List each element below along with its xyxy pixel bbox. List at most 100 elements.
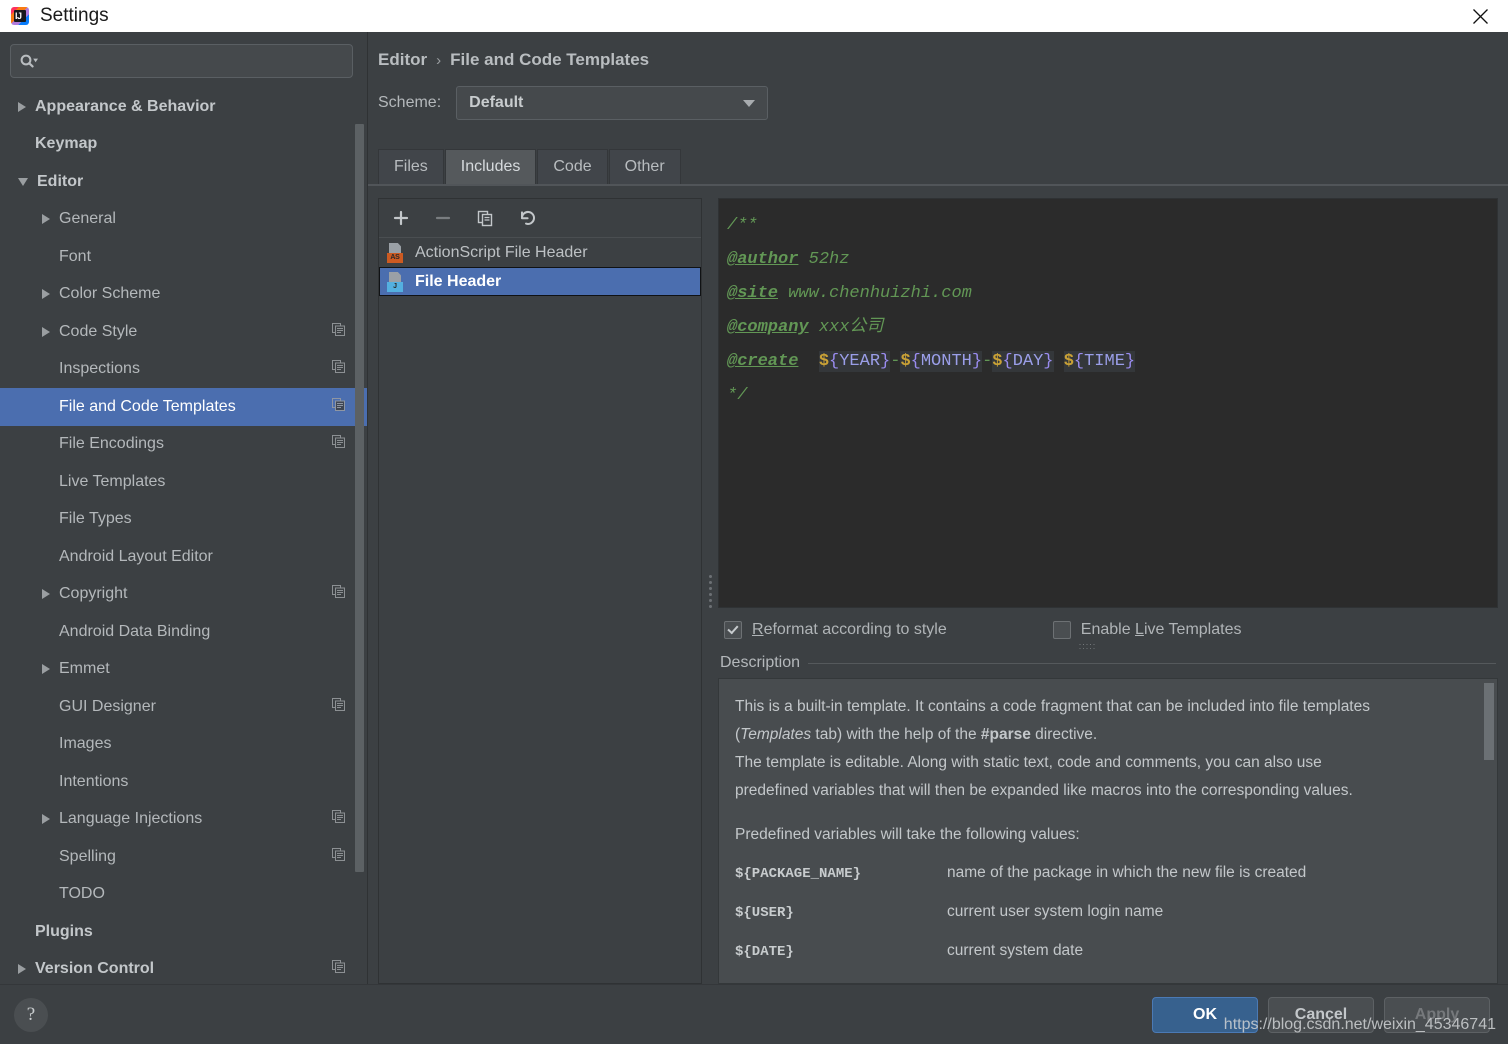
sidebar-item-images[interactable]: Images (0, 726, 367, 764)
sidebar-item-android-layout-editor[interactable]: Android Layout Editor (0, 538, 367, 576)
sidebar-item-editor[interactable]: Editor (0, 163, 367, 201)
live-templates-checkbox[interactable]: Enable Live Templates ::::: (1052, 621, 1241, 651)
panels: AS ActionScript File Header J File Header /… (368, 186, 1508, 984)
chevron-right-icon[interactable] (42, 664, 50, 675)
reset-template-button[interactable] (515, 206, 539, 230)
sidebar-item-label: Appearance & Behavior (35, 97, 216, 115)
description-pane[interactable]: This is a built-in template. It contains… (718, 678, 1498, 984)
code-tag: @site (727, 284, 779, 303)
chevron-down-icon[interactable] (18, 177, 28, 186)
scheme-dropdown[interactable]: Default (456, 86, 769, 120)
sidebar-item-intentions[interactable]: Intentions (0, 763, 367, 801)
sidebar-item-general[interactable]: General (0, 201, 367, 239)
search-input[interactable] (43, 52, 344, 70)
sidebar-item-spelling[interactable]: Spelling (0, 838, 367, 876)
reformat-checkbox[interactable]: Reformat according to style (724, 621, 947, 639)
help-button[interactable]: ? (14, 997, 48, 1032)
sidebar-item-emmet[interactable]: Emmet (0, 651, 367, 689)
title-bar: IJ Settings (0, 0, 1508, 32)
scheme-row: Scheme: Default (368, 70, 1508, 120)
chevron-right-icon[interactable] (18, 964, 26, 975)
list-item[interactable]: AS ActionScript File Header (379, 238, 701, 267)
resize-grip-icon[interactable]: ::::: (1079, 641, 1097, 651)
sidebar-item-file-encodings[interactable]: File Encodings (0, 426, 367, 464)
remove-template-button[interactable] (431, 206, 455, 230)
chevron-right-icon[interactable] (42, 814, 50, 825)
variable-description: current user system login name (947, 903, 1164, 920)
breadcrumb: Editor › File and Code Templates (368, 32, 1508, 70)
sidebar-item-font[interactable]: Font (0, 238, 367, 276)
sidebar-scrollbar-thumb[interactable] (355, 124, 364, 872)
settings-sidebar: Appearance & Behavior Keymap Editor General… (0, 32, 368, 984)
reformat-checkbox-label: Reformat according to style (752, 621, 947, 639)
sidebar-item-gui-designer[interactable]: GUI Designer (0, 688, 367, 726)
sidebar-item-android-data-binding[interactable]: Android Data Binding (0, 613, 367, 651)
sidebar-item-label: Live Templates (59, 472, 166, 490)
sidebar-item-label: Emmet (59, 660, 110, 678)
editor-column: /** @author 52hz @site www.chenhuizhi.co… (718, 198, 1498, 984)
sidebar-item-label: Android Data Binding (59, 622, 211, 640)
copy-settings-icon (332, 585, 345, 603)
list-item[interactable]: J File Header (379, 267, 701, 296)
code-line: @author 52hz (727, 243, 1497, 277)
chevron-right-icon[interactable] (42, 589, 50, 600)
code-text: www.chenhuizhi.com (778, 284, 972, 303)
search-box[interactable] (10, 44, 353, 78)
tab-code[interactable]: Code (537, 149, 608, 184)
sidebar-item-color-scheme[interactable]: Color Scheme (0, 276, 367, 314)
description-title: Description (720, 654, 801, 671)
sidebar-item-label: Images (59, 735, 112, 753)
close-icon[interactable] (1452, 0, 1508, 32)
chevron-down-icon (743, 99, 756, 107)
sidebar-item-label: Inspections (59, 360, 140, 378)
sidebar-item-code-style[interactable]: Code Style (0, 313, 367, 351)
sidebar-item-inspections[interactable]: Inspections (0, 351, 367, 389)
sidebar-item-keymap[interactable]: Keymap (0, 126, 367, 164)
chevron-right-icon[interactable] (18, 101, 26, 112)
copy-settings-icon (332, 847, 345, 866)
code-line: */ (727, 379, 1497, 413)
chevron-right-icon[interactable] (42, 289, 50, 300)
copy-settings-icon (332, 697, 345, 716)
sidebar-item-appearance-behavior[interactable]: Appearance & Behavior (0, 88, 367, 126)
sidebar-item-plugins[interactable]: Plugins (0, 913, 367, 951)
sidebar-item-language-injections[interactable]: Language Injections (0, 801, 367, 839)
variable-separator: - (982, 352, 993, 371)
sidebar-item-todo[interactable]: TODO (0, 876, 367, 914)
sidebar-item-label: Language Injections (59, 810, 203, 828)
template-code-editor[interactable]: /** @author 52hz @site www.chenhuizhi.co… (718, 198, 1498, 608)
sidebar-scrollbar[interactable] (355, 86, 364, 976)
sidebar-item-file-types[interactable]: File Types (0, 501, 367, 539)
description-italic: Templates (740, 726, 812, 743)
ok-button[interactable]: OK (1152, 996, 1258, 1033)
code-comment: /** (727, 216, 758, 235)
sidebar-item-version-control[interactable]: Version Control (0, 951, 367, 985)
sidebar-item-label: File Encodings (59, 435, 164, 453)
settings-dialog: IJ Settings Appearance & Behavior Keymap… (0, 0, 1508, 1044)
chevron-right-icon[interactable] (42, 214, 50, 225)
sidebar-item-live-templates[interactable]: Live Templates (0, 463, 367, 501)
template-variable: ${MONTH} (900, 351, 983, 372)
copy-template-button[interactable] (473, 206, 497, 230)
sidebar-item-copyright[interactable]: Copyright (0, 576, 367, 614)
sidebar-item-file-and-code-templates[interactable]: File and Code Templates (0, 388, 367, 426)
tab-files[interactable]: Files (378, 149, 444, 184)
copy-settings-icon (332, 322, 345, 341)
breadcrumb-parent[interactable]: Editor (378, 50, 427, 70)
tab-includes[interactable]: Includes (444, 149, 537, 184)
panel-splitter[interactable] (702, 198, 718, 984)
add-template-button[interactable] (389, 206, 413, 230)
description-scrollbar-thumb[interactable] (1484, 683, 1494, 760)
sidebar-item-label: Editor (37, 172, 84, 190)
description-scrollbar[interactable] (1484, 683, 1494, 979)
apply-button[interactable]: Apply (1384, 996, 1490, 1033)
variable-description: name of the package in which the new fil… (947, 864, 1307, 881)
description-rule (808, 662, 1496, 664)
code-variables: ${YEAR}-${MONTH}-${DAY} ${TIME} (818, 351, 1136, 372)
cancel-button[interactable]: Cancel (1268, 996, 1374, 1033)
code-tag: @create (727, 352, 799, 371)
chevron-right-icon[interactable] (42, 326, 50, 337)
tab-other[interactable]: Other (608, 149, 681, 184)
